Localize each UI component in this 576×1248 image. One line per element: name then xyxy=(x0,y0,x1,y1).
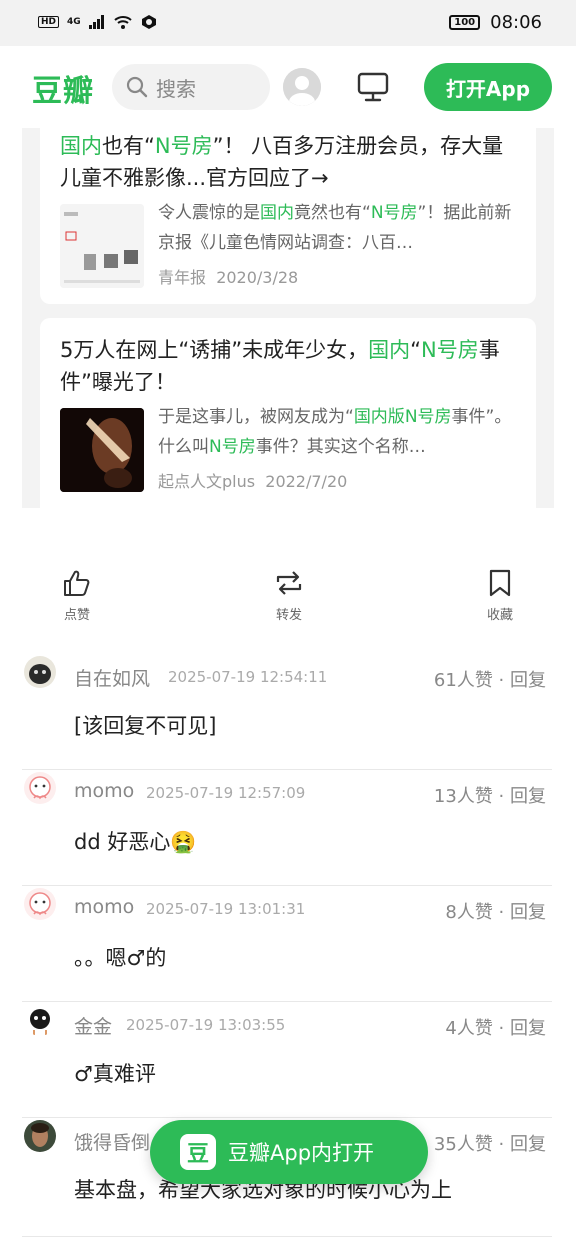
card-date: 2022/7/20 xyxy=(265,472,348,491)
nfc-icon xyxy=(141,15,156,29)
desc-text: 事件？其实这个名称… xyxy=(255,437,426,457)
commenter-name[interactable]: 饿得昏倒 xyxy=(74,1128,150,1155)
comment-time: 2025-07-19 12:57:09 xyxy=(146,784,306,802)
comment-actions: 4人赞 · 回复 xyxy=(445,1018,546,1039)
desc-text: 竟然也有“ xyxy=(294,203,371,223)
reply-button[interactable]: 回复 xyxy=(510,1134,546,1155)
user-avatar-icon[interactable] xyxy=(283,68,321,106)
card-summary: 令人震惊的是国内竟然也有“N号房”！据此前新京报《儿童色情网站调查：八百… xyxy=(158,198,520,258)
comment-text: ♂真难评 xyxy=(74,1062,156,1086)
signal-icon xyxy=(88,15,104,29)
reply-button[interactable]: 回复 xyxy=(510,1018,546,1039)
commenter-name[interactable]: momo xyxy=(74,780,134,802)
repost-button[interactable]: 转发 xyxy=(259,568,319,623)
commenter-name[interactable]: 自在如风 xyxy=(74,664,150,691)
douban-logo[interactable]: 豆瓣 xyxy=(32,66,94,110)
comment-time: 2025-07-19 12:54:11 xyxy=(168,668,328,686)
search-box[interactable]: 搜索 xyxy=(112,64,270,110)
search-placeholder: 搜索 xyxy=(156,76,196,101)
related-card[interactable]: 国内也有“N号房”！ 八百多万注册会员，存大量儿童不雅影像...官方回应了→ 令… xyxy=(40,128,536,304)
hd-indicator: HD xyxy=(38,16,60,28)
card-meta: 起点人文plus 2022/7/20 xyxy=(158,468,347,492)
card-source: 起点人文plus xyxy=(158,472,256,491)
repost-label: 转发 xyxy=(275,608,302,623)
commenter-avatar[interactable] xyxy=(24,772,56,804)
status-right: 100 08:06 xyxy=(449,12,542,33)
card-title[interactable]: 5万人在网上“诱捕”未成年少女，国内“N号房事件”曝光了！ xyxy=(60,334,516,398)
commenter-name[interactable]: momo xyxy=(74,896,134,918)
comment-time: 2025-07-19 13:03:55 xyxy=(126,1016,286,1034)
desktop-icon[interactable] xyxy=(356,70,390,104)
desc-text: 于是这事儿，被网友成为“ xyxy=(158,407,354,427)
comment-actions: 8人赞 · 回复 xyxy=(445,902,546,923)
desc-highlight: N号房 xyxy=(404,407,452,427)
card-summary: 于是这事儿，被网友成为“国内版N号房事件”。什么叫N号房事件？其实这个名称… xyxy=(158,402,520,462)
reply-button[interactable]: 回复 xyxy=(510,670,546,691)
network-type: 4G xyxy=(67,17,81,27)
douban-app-icon: 豆 xyxy=(180,1134,216,1170)
thumbs-up-icon xyxy=(64,570,90,596)
desc-highlight: 国内版 xyxy=(353,407,405,427)
bookmark-icon xyxy=(489,569,511,597)
desc-text: 令人震惊的是 xyxy=(158,203,260,223)
comment-likes[interactable]: 8人赞 xyxy=(445,902,492,923)
comment-actions: 13人赞 · 回复 xyxy=(433,786,546,807)
top-nav: 豆瓣 搜索 打开App xyxy=(0,46,576,128)
comment-item: momo 2025-07-19 12:57:09 13人赞 · 回复 dd 好恶… xyxy=(22,770,552,886)
comment-time: 2025-07-19 13:01:31 xyxy=(146,900,306,918)
card-source: 青年报 xyxy=(158,268,207,287)
wifi-icon xyxy=(114,16,132,29)
card-date: 2020/3/28 xyxy=(216,268,299,287)
card-title[interactable]: 国内也有“N号房”！ 八百多万注册会员，存大量儿童不雅影像...官方回应了→ xyxy=(60,130,516,194)
desc-highlight: N号房 xyxy=(209,437,256,457)
desc-highlight: N号房 xyxy=(370,203,418,223)
commenter-avatar[interactable] xyxy=(24,888,56,920)
title-highlight: N号房 xyxy=(421,338,479,362)
open-in-app-float-button[interactable]: 豆 豆瓣App内打开 xyxy=(150,1120,428,1184)
title-text: “ xyxy=(410,338,422,362)
battery-icon: 100 xyxy=(449,15,481,30)
comment-text: 。。嗯♂的 xyxy=(74,946,167,970)
like-label: 点赞 xyxy=(63,608,90,623)
title-text: 5万人在网上“诱捕”未成年少女， xyxy=(60,338,369,362)
action-bar: 点赞 转发 收藏 xyxy=(0,568,576,628)
comment-text: dd 好恶心🤮 xyxy=(74,830,197,854)
desc-highlight: 国内 xyxy=(260,203,294,223)
open-app-button[interactable]: 打开App xyxy=(424,63,552,111)
open-in-app-label: 豆瓣App内打开 xyxy=(228,1141,375,1165)
related-card[interactable]: 5万人在网上“诱捕”未成年少女，国内“N号房事件”曝光了！ 于是这事儿，被网友成… xyxy=(40,318,536,508)
commenter-avatar[interactable] xyxy=(24,1120,56,1152)
collect-button[interactable]: 收藏 xyxy=(470,568,530,623)
comment-likes[interactable]: 4人赞 xyxy=(445,1018,492,1039)
commenter-name[interactable]: 金金 xyxy=(74,1012,112,1039)
commenter-avatar[interactable] xyxy=(24,656,56,688)
reply-button[interactable]: 回复 xyxy=(510,902,546,923)
comment-likes[interactable]: 35人赞 xyxy=(434,1134,493,1155)
title-highlight: 国内 xyxy=(368,338,411,362)
status-left: HD 4G xyxy=(38,14,157,30)
title-highlight: 国内 xyxy=(60,134,102,158)
comment-item: 金金 2025-07-19 13:03:55 4人赞 · 回复 ♂真难评 xyxy=(22,1002,552,1118)
comment-text: [该回复不可见] xyxy=(74,714,217,738)
title-text: 也有“ xyxy=(102,134,155,158)
card-thumbnail xyxy=(60,204,144,288)
comment-item: momo 2025-07-19 13:01:31 8人赞 · 回复 。。嗯♂的 xyxy=(22,886,552,1002)
like-button[interactable]: 点赞 xyxy=(47,568,107,623)
title-highlight: N号房 xyxy=(154,134,213,158)
comment-actions: 61人赞 · 回复 xyxy=(433,670,546,691)
search-icon xyxy=(126,76,148,98)
clock: 08:06 xyxy=(490,12,542,33)
comment-actions: 35人赞 · 回复 xyxy=(433,1134,546,1155)
repost-icon xyxy=(276,571,302,595)
comment-item: 自在如风 2025-07-19 12:54:11 61人赞 · 回复 [该回复不… xyxy=(22,654,552,770)
comment-likes[interactable]: 13人赞 xyxy=(434,786,493,807)
status-bar: HD 4G 100 08:06 xyxy=(0,0,576,46)
collect-label: 收藏 xyxy=(486,608,513,623)
commenter-avatar[interactable] xyxy=(24,1004,56,1036)
card-thumbnail xyxy=(60,408,144,492)
reply-button[interactable]: 回复 xyxy=(510,786,546,807)
comment-likes[interactable]: 61人赞 xyxy=(434,670,493,691)
card-meta: 青年报 2020/3/28 xyxy=(158,264,298,288)
